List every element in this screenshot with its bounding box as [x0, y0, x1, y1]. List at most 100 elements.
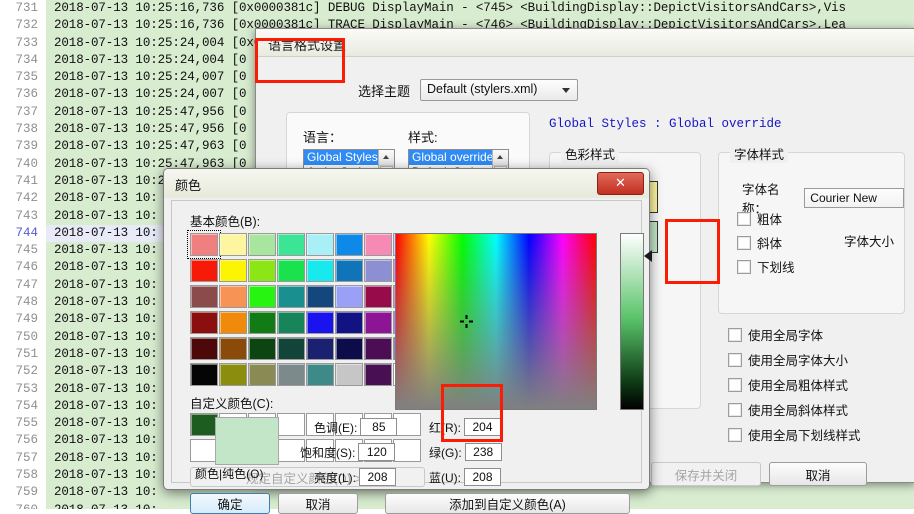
basic-color-swatch[interactable]	[364, 363, 392, 386]
ok-button[interactable]: 确定	[190, 493, 270, 514]
line-number: 733	[0, 34, 46, 52]
basic-color-swatch[interactable]	[277, 259, 305, 282]
basic-color-swatch[interactable]	[248, 311, 276, 334]
underline-checkbox-row[interactable]: 下划线	[737, 257, 795, 276]
font-size-label: 字体大小	[844, 235, 895, 249]
basic-colors-grid[interactable]	[187, 230, 421, 386]
checkbox-icon[interactable]	[728, 327, 742, 342]
line-number: 751	[0, 345, 46, 364]
theme-selector-row: 选择主题 Default (stylers.xml)	[358, 79, 579, 101]
scroll-up-icon[interactable]	[493, 150, 508, 166]
basic-color-swatch[interactable]	[187, 230, 221, 259]
checkbox-icon[interactable]	[737, 211, 751, 226]
bold-checkbox-row[interactable]: 粗体	[737, 209, 782, 228]
basic-color-swatch[interactable]	[335, 233, 363, 256]
basic-color-swatch[interactable]	[364, 311, 392, 334]
checkbox-icon[interactable]	[728, 352, 742, 367]
luminance-label: 亮度(L):	[314, 470, 357, 485]
line-number: 734	[0, 51, 46, 70]
basic-color-swatch[interactable]	[248, 363, 276, 386]
scroll-up-icon[interactable]	[379, 150, 394, 166]
basic-color-swatch[interactable]	[277, 233, 305, 256]
basic-color-swatch[interactable]	[306, 363, 334, 386]
add-to-custom-colors-label: 添加到自定义颜色(A)	[449, 498, 566, 512]
basic-color-swatch[interactable]	[190, 259, 218, 282]
basic-color-swatch[interactable]	[335, 363, 363, 386]
italic-checkbox-row[interactable]: 斜体	[737, 233, 782, 252]
basic-color-swatch[interactable]	[277, 337, 305, 360]
basic-color-swatch[interactable]	[190, 337, 218, 360]
basic-color-swatch[interactable]	[364, 337, 392, 360]
basic-color-swatch[interactable]	[335, 337, 363, 360]
basic-color-swatch[interactable]	[190, 285, 218, 308]
color-spectrum[interactable]	[395, 233, 597, 410]
basic-color-swatch[interactable]	[190, 363, 218, 386]
basic-color-swatch[interactable]	[248, 259, 276, 282]
basic-color-swatch[interactable]	[248, 233, 276, 256]
basic-color-swatch[interactable]	[364, 285, 392, 308]
checkbox-icon[interactable]	[737, 259, 751, 274]
basic-color-swatch[interactable]	[277, 363, 305, 386]
basic-color-swatch[interactable]	[306, 337, 334, 360]
use-global-bold-row[interactable]: 使用全局粗体样式	[728, 375, 848, 394]
basic-color-swatch[interactable]	[190, 311, 218, 334]
basic-color-swatch[interactable]	[219, 311, 247, 334]
styler-cancel-button[interactable]: 取消	[769, 462, 867, 486]
italic-label: 斜体	[757, 237, 783, 251]
font-name-dropdown[interactable]: Courier New	[804, 188, 904, 208]
use-global-font-size-row[interactable]: 使用全局字体大小	[728, 350, 848, 369]
font-style-caption: 字体样式	[730, 144, 789, 163]
basic-color-swatch[interactable]	[219, 285, 247, 308]
basic-color-swatch[interactable]	[364, 233, 392, 256]
basic-color-swatch[interactable]	[306, 311, 334, 334]
custom-color-swatch[interactable]	[277, 413, 305, 436]
add-to-custom-colors-button[interactable]: 添加到自定义颜色(A)	[385, 493, 630, 514]
blue-input[interactable]: 208	[464, 468, 501, 486]
close-icon[interactable]: ✕	[597, 172, 644, 195]
hue-input[interactable]: 85	[360, 418, 398, 436]
red-input[interactable]: 204	[464, 418, 501, 436]
custom-color-swatch[interactable]	[190, 439, 218, 462]
checkbox-icon[interactable]	[728, 427, 742, 442]
basic-color-swatch[interactable]	[335, 285, 363, 308]
bold-label: 粗体	[757, 213, 783, 227]
basic-color-swatch[interactable]	[219, 363, 247, 386]
log-line-text: 2018-07-13 10:25:16,736 [0x0000381c] DEB…	[46, 0, 914, 18]
theme-dropdown[interactable]: Default (stylers.xml)	[420, 79, 579, 101]
custom-color-swatch[interactable]	[190, 413, 218, 436]
checkbox-icon[interactable]	[737, 235, 751, 250]
basic-color-swatch[interactable]	[219, 259, 247, 282]
luminance-bar[interactable]	[620, 233, 644, 410]
basic-color-swatch[interactable]	[277, 311, 305, 334]
basic-color-swatch[interactable]	[335, 259, 363, 282]
font-style-group: 字体样式 字体名称： Courier New 粗体 斜体 下划线 字体大小	[718, 144, 905, 314]
save-and-close-button[interactable]: 保存并关闭	[651, 462, 761, 486]
line-number: 757	[0, 449, 46, 468]
basic-color-swatch[interactable]	[219, 337, 247, 360]
saturation-input[interactable]: 120	[358, 443, 396, 461]
basic-color-swatch[interactable]	[277, 285, 305, 308]
luminance-input[interactable]: 208	[359, 468, 397, 486]
font-name-value: Courier New	[810, 191, 877, 205]
blue-label: 蓝(U):	[429, 470, 461, 485]
green-input[interactable]: 238	[464, 443, 502, 461]
basic-color-swatch[interactable]	[306, 233, 334, 256]
line-number: 745	[0, 242, 46, 260]
use-global-italic-row[interactable]: 使用全局斜体样式	[728, 400, 848, 419]
checkbox-icon[interactable]	[728, 402, 742, 417]
basic-color-swatch[interactable]	[248, 285, 276, 308]
log-line[interactable]: 731 2018-07-13 10:25:16,736 [0x0000381c] …	[0, 0, 914, 18]
basic-color-swatch[interactable]	[364, 259, 392, 282]
use-global-underline-row[interactable]: 使用全局下划线样式	[728, 425, 861, 444]
basic-color-swatch[interactable]	[219, 233, 247, 256]
basic-color-swatch[interactable]	[306, 285, 334, 308]
basic-color-swatch[interactable]	[248, 337, 276, 360]
basic-color-swatch[interactable]	[306, 259, 334, 282]
luminance-slider-arrow-icon[interactable]	[644, 250, 652, 263]
color-cancel-button[interactable]: 取消	[278, 493, 358, 514]
checkbox-icon[interactable]	[728, 377, 742, 392]
custom-color-swatch[interactable]	[393, 439, 421, 462]
custom-colors-label: 自定义颜色(C):	[190, 397, 274, 411]
basic-color-swatch[interactable]	[335, 311, 363, 334]
use-global-font-row[interactable]: 使用全局字体	[728, 325, 823, 344]
